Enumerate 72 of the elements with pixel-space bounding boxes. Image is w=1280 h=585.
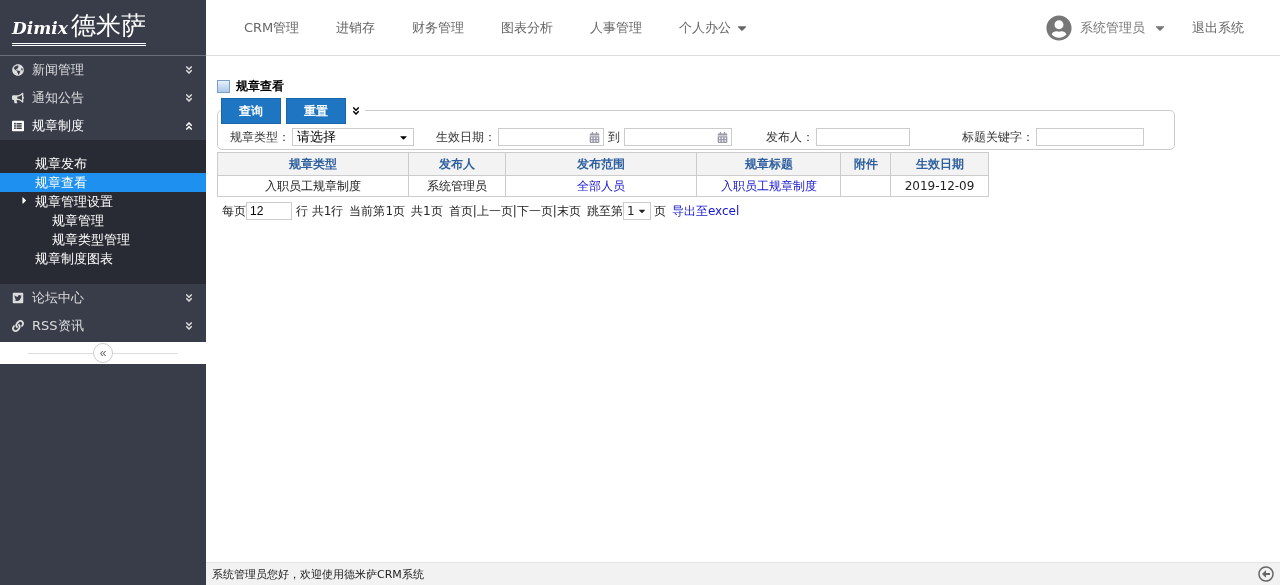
bird-icon: [12, 292, 24, 304]
column-header: 附件: [840, 152, 891, 176]
table-link[interactable]: 入职员工规章制度: [696, 175, 841, 197]
chevron-down-icon: [184, 321, 194, 331]
nav-item[interactable]: 图表分析: [501, 18, 554, 37]
page-select[interactable]: 1: [622, 202, 651, 220]
sidebar-item[interactable]: 规章发布: [0, 154, 206, 173]
collapse-button[interactable]: «: [93, 343, 113, 363]
pager-text: 当前第1页: [349, 202, 406, 220]
separator: |: [552, 204, 557, 218]
field-label: 发布人：: [766, 128, 814, 146]
pager-link[interactable]: 首页: [448, 202, 473, 220]
table-cell: 2019-12-09: [890, 175, 989, 197]
column-header: 规章类型: [217, 152, 409, 176]
column-header: 发布人: [408, 152, 506, 176]
field-label: 标题关键字：: [962, 128, 1034, 146]
sidebar-item[interactable]: 规章类型管理: [0, 230, 206, 249]
megaphone-icon: [12, 92, 24, 104]
user-menu[interactable]: 系统管理员: [1080, 18, 1167, 37]
chevron-down-icon[interactable]: [351, 106, 361, 116]
arrow-left-icon[interactable]: [1258, 566, 1274, 582]
sidebar-item[interactable]: 规章管理设置: [0, 192, 206, 211]
reset-button[interactable]: 重置: [286, 98, 346, 124]
pager-link[interactable]: 末页: [556, 202, 581, 220]
table-cell: 入职员工规章制度: [217, 175, 409, 197]
calendar-icon[interactable]: [589, 131, 600, 143]
nav-item[interactable]: 财务管理: [412, 18, 465, 37]
date-field[interactable]: [498, 128, 604, 146]
pager-link[interactable]: 上一页: [476, 202, 513, 220]
chevron-up-icon: [184, 121, 194, 131]
table-cell: 系统管理员: [408, 175, 506, 197]
pager-text: 页: [653, 202, 666, 220]
page-title: 规章查看: [236, 78, 284, 95]
pager-text: 共1页: [411, 202, 443, 220]
keyword-field[interactable]: [1036, 128, 1144, 146]
type-select[interactable]: 请选择: [292, 128, 414, 146]
calendar-icon[interactable]: [717, 131, 728, 143]
avatar-icon: [1046, 14, 1072, 41]
page-size-field[interactable]: 12: [246, 202, 292, 220]
date-field[interactable]: [624, 128, 732, 146]
nav-item[interactable]: 进销存: [336, 18, 376, 37]
pager-link[interactable]: 下一页: [516, 202, 553, 220]
status-text: 系统管理员您好，欢迎使用德米萨CRM系统: [212, 566, 425, 582]
sidebar-item[interactable]: 规章管理: [0, 211, 206, 230]
chevron-down-icon: [184, 93, 194, 103]
field-label: 规章类型：: [230, 128, 290, 146]
separator: |: [472, 204, 477, 218]
nav-item[interactable]: CRM管理: [244, 18, 300, 37]
export-link[interactable]: 导出至excel: [671, 202, 740, 220]
pager-text: 跳至第: [586, 202, 623, 220]
chevron-down-icon: [184, 65, 194, 75]
field-label: 到: [608, 128, 620, 146]
logo: Dimix德米萨: [12, 9, 146, 46]
publisher-field[interactable]: [816, 128, 910, 146]
link-icon: [12, 320, 24, 332]
column-header: 规章标题: [696, 152, 841, 176]
field-label: 生效日期：: [436, 128, 496, 146]
pager-text: 每页: [222, 202, 246, 220]
search-button[interactable]: 查询: [221, 98, 281, 124]
window-icon: [217, 80, 230, 93]
table-link[interactable]: 全部人员: [505, 175, 697, 197]
column-header: 发布范围: [505, 152, 697, 176]
logout-link[interactable]: 退出系统: [1192, 18, 1244, 37]
chevron-down-icon: [184, 293, 194, 303]
column-header: 生效日期: [890, 152, 989, 176]
globe-icon: [12, 64, 24, 76]
separator: |: [512, 204, 517, 218]
pager-text: 行 共1行: [296, 202, 344, 220]
nav-item[interactable]: 个人办公: [679, 18, 750, 37]
nav-item[interactable]: 人事管理: [590, 18, 643, 37]
list-icon: [12, 120, 24, 132]
sidebar-item[interactable]: 规章制度图表: [0, 249, 206, 268]
